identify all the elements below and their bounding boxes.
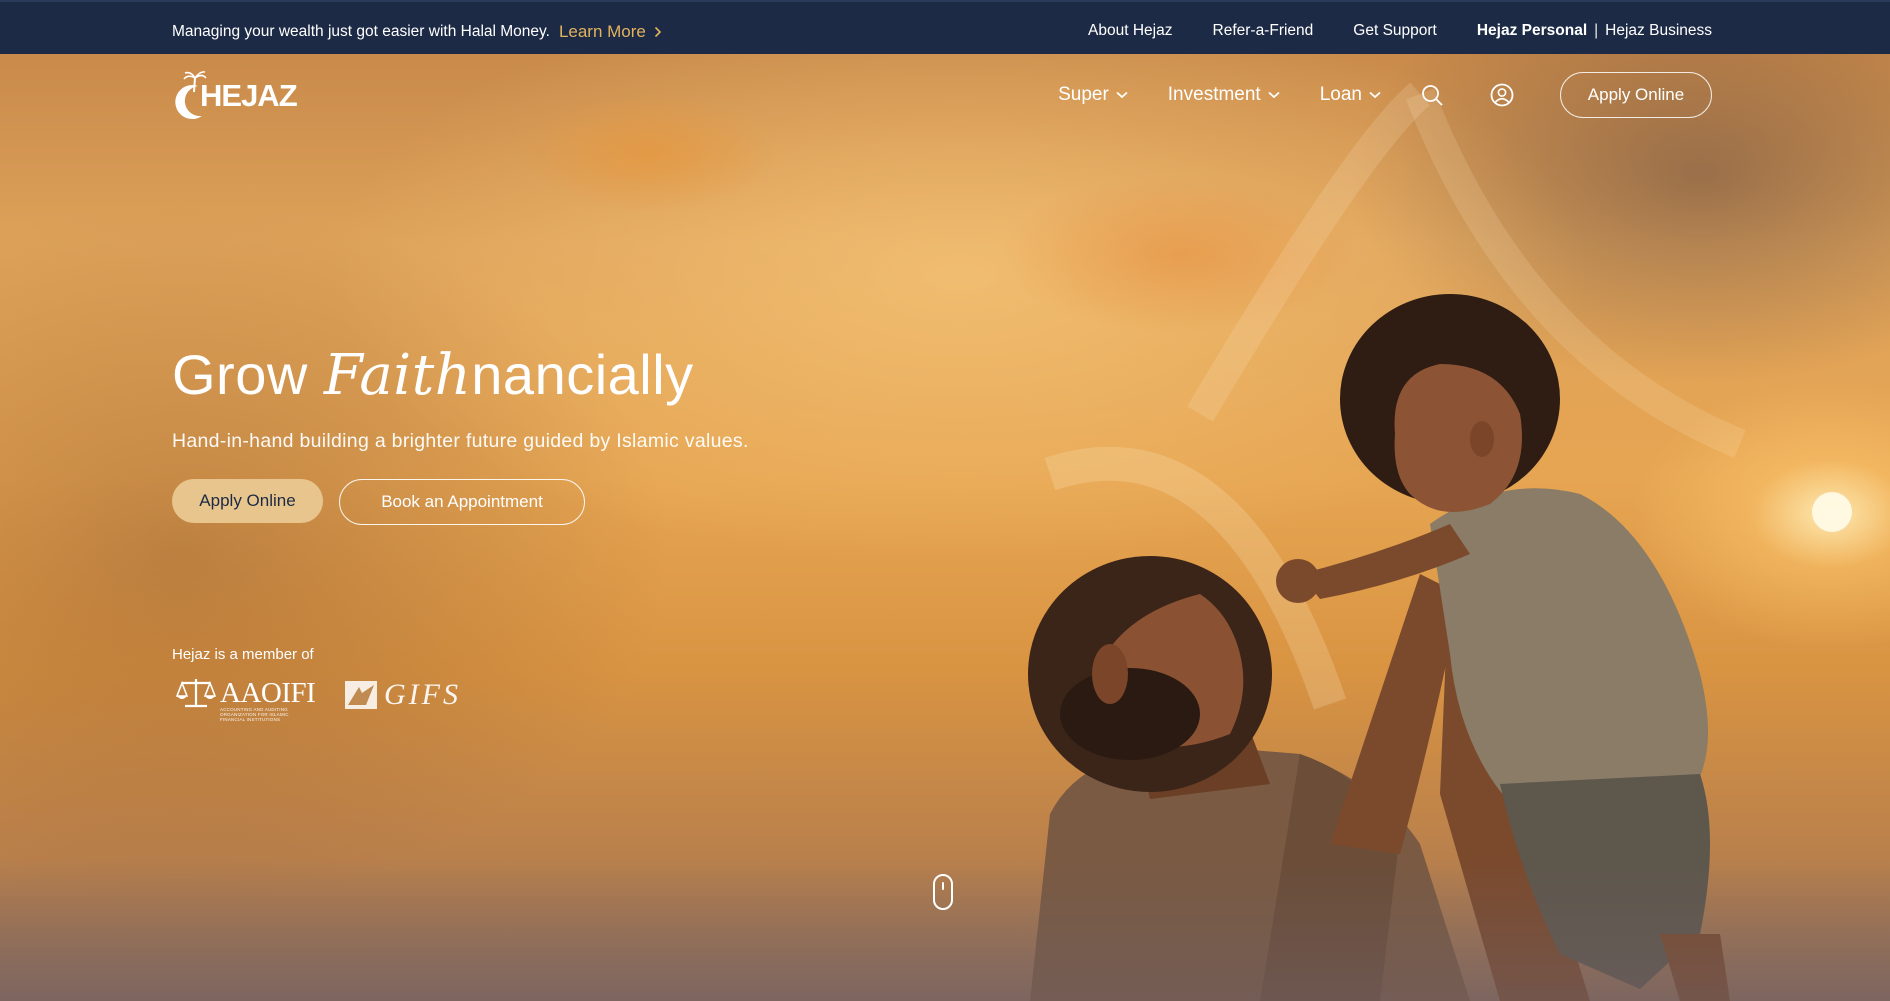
learn-more-label: Learn More: [558, 22, 646, 41]
logo-text: HEJAZ: [200, 78, 298, 113]
learn-more-link[interactable]: Learn More: [559, 22, 662, 42]
chevron-down-icon: [1268, 91, 1280, 99]
nav-investment-label: Investment: [1167, 84, 1261, 105]
refer-a-friend-link[interactable]: Refer-a-Friend: [1213, 22, 1314, 40]
aaoifi-name: AAOIFI: [220, 676, 316, 709]
aaoifi-tagline: ACCOUNTING AND AUDITING ORGANIZATION FOR…: [220, 707, 289, 722]
nav-loan-label: Loan: [1319, 84, 1362, 105]
headline-post: nancially: [471, 343, 694, 406]
headline-pre: Grow: [172, 343, 324, 406]
about-hejaz-link[interactable]: About Hejaz: [1088, 22, 1172, 40]
hero-headline: Grow Faithnancially: [172, 342, 694, 408]
membership-label: Hejaz is a member of: [172, 646, 314, 663]
chevron-down-icon: [1116, 91, 1128, 99]
nav-loan[interactable]: Loan: [1320, 84, 1381, 106]
gifs-logo[interactable]: GIFS: [344, 678, 461, 712]
hero-section: [0, 54, 1890, 1001]
hejaz-business-link[interactable]: Hejaz Business: [1605, 22, 1712, 40]
divider: |: [1594, 22, 1599, 39]
main-nav: Super Investment Loan Apply Online: [1058, 72, 1712, 118]
hejaz-logo[interactable]: HEJAZ: [172, 70, 298, 122]
utility-links: About Hejaz Refer-a-Friend Get Support H…: [1088, 22, 1712, 40]
nav-super-label: Super: [1058, 84, 1109, 105]
promo: Managing your wealth just got easier wit…: [172, 22, 662, 42]
announcement-bar: Managing your wealth just got easier wit…: [0, 0, 1890, 54]
promo-text: Managing your wealth just got easier wit…: [172, 23, 550, 40]
get-support-link[interactable]: Get Support: [1353, 22, 1437, 40]
hero-photo-father-child: [1028, 82, 1852, 1001]
headline-italic: Faith: [323, 343, 472, 408]
scroll-wheel: [942, 882, 944, 890]
scales-icon: [176, 679, 216, 708]
mouse-scroll-icon[interactable]: [933, 874, 953, 910]
hejaz-personal-link[interactable]: Hejaz Personal: [1477, 22, 1587, 40]
chevron-down-icon: [1369, 91, 1381, 99]
search-button[interactable]: [1421, 84, 1444, 107]
user-circle-icon: [1490, 83, 1514, 107]
gifs-name: GIFS: [384, 678, 461, 711]
book-appointment-button[interactable]: Book an Appointment: [339, 479, 585, 525]
search-icon: [1422, 84, 1443, 106]
aaoifi-logo[interactable]: AAOIFI ACCOUNTING AND AUDITING ORGANIZAT…: [176, 676, 316, 722]
hero-subtitle: Hand-in-hand building a brighter future …: [172, 430, 749, 452]
nav-investment[interactable]: Investment: [1168, 84, 1280, 106]
apply-online-button[interactable]: Apply Online: [172, 479, 323, 523]
nav-super[interactable]: Super: [1058, 84, 1128, 106]
header-apply-online-button[interactable]: Apply Online: [1560, 72, 1712, 118]
gifs-emblem-icon: [345, 681, 377, 709]
account-button[interactable]: [1490, 83, 1514, 107]
chevron-right-icon: [654, 26, 662, 38]
